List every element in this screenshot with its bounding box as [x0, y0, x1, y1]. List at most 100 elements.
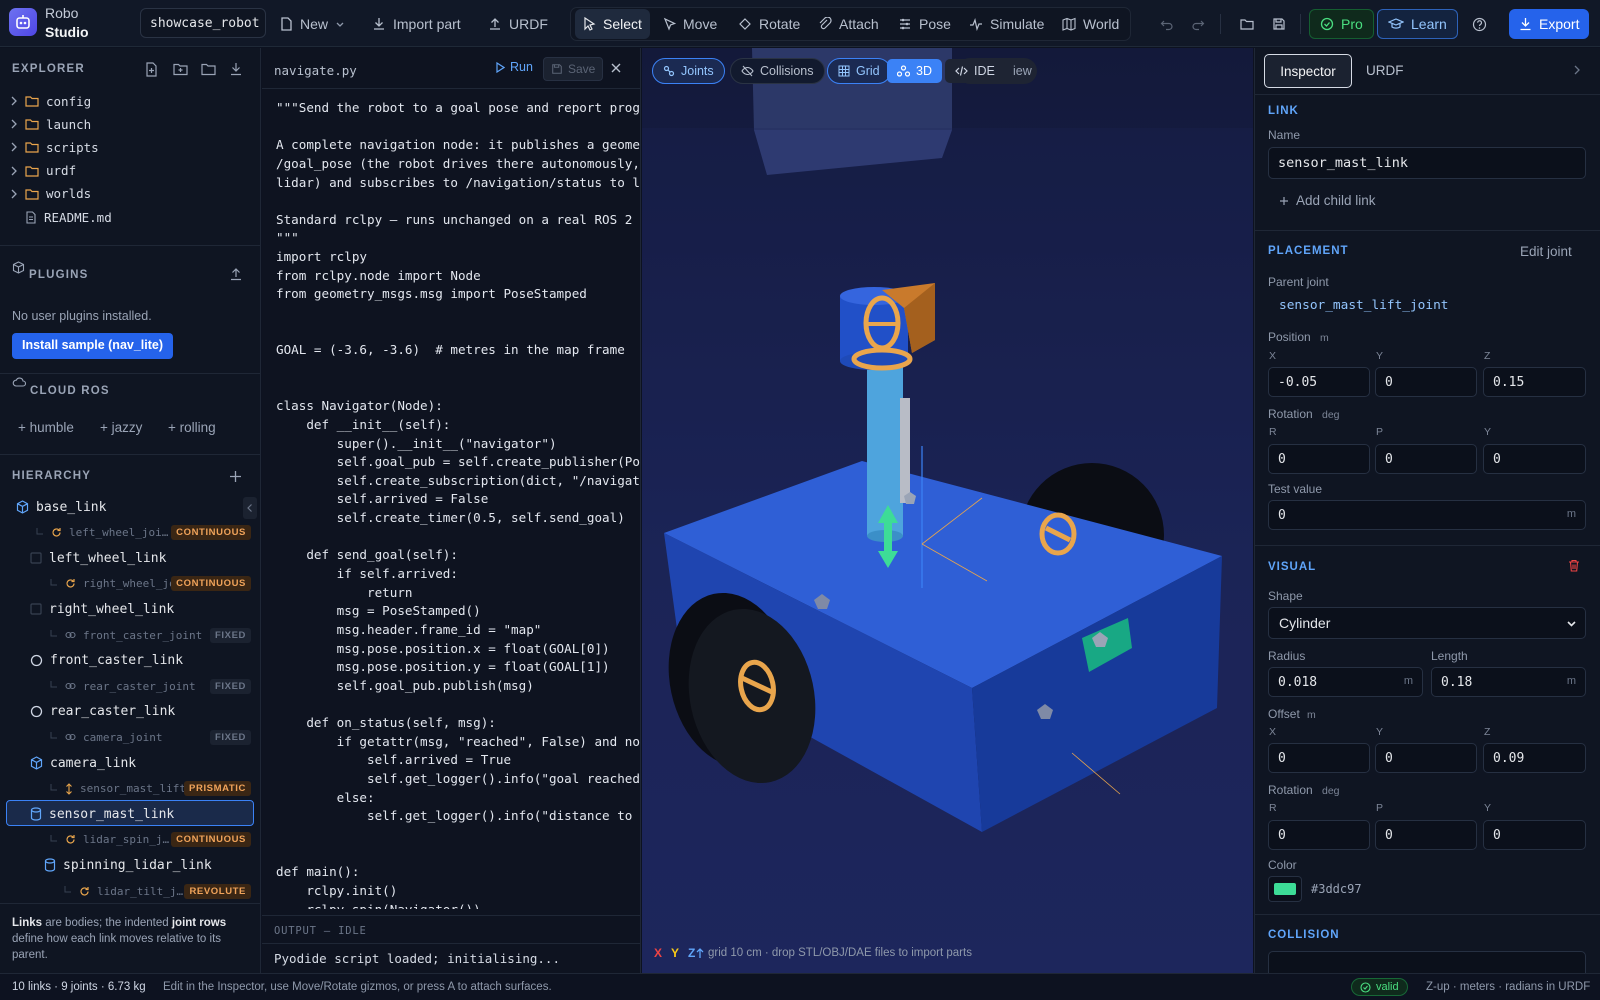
learn-button[interactable]: Learn	[1377, 9, 1458, 39]
help-bold-links: Links	[12, 917, 43, 929]
save-script-button[interactable]: Save	[543, 57, 604, 81]
sliders-icon	[900, 18, 910, 30]
hierarchy-joint-row[interactable]: front_caster_joint FIXED	[50, 624, 260, 646]
lidar-rod	[900, 398, 910, 503]
add-link-button[interactable]	[229, 470, 242, 483]
redo-button[interactable]	[1183, 9, 1213, 39]
distro-jazzy[interactable]: + jazzy	[100, 420, 142, 435]
hierarchy-link-row[interactable]: base_link	[16, 496, 260, 518]
link-name-input[interactable]: sensor_mast_link	[1268, 147, 1586, 179]
upload-plugin-button[interactable]	[229, 267, 243, 281]
hierarchy-joint-row[interactable]: left_wheel_joi… CONTINUOUS	[36, 522, 260, 544]
editor-filename: navigate.py	[274, 63, 357, 78]
hierarchy-link-row[interactable]: camera_link	[30, 752, 260, 774]
run-script-button[interactable]: Run	[495, 60, 533, 74]
rotation-p-input[interactable]: 0	[1375, 444, 1477, 474]
select-tool-button[interactable]: Select	[575, 9, 650, 39]
valid-label: valid	[1376, 981, 1399, 993]
length-input[interactable]: 0.18 m	[1431, 667, 1586, 697]
test-value-input[interactable]: 0 m	[1268, 500, 1586, 530]
new-folder-button[interactable]	[173, 62, 188, 76]
toggle-joints-chip[interactable]: Joints	[652, 58, 725, 84]
simulate-tool-button[interactable]: Simulate	[961, 9, 1052, 39]
hierarchy-joint-row[interactable]: lidar_tilt_j… REVOLUTE	[64, 880, 260, 902]
cylinder-icon	[30, 807, 42, 821]
offset-x-input[interactable]: 0	[1268, 743, 1370, 773]
pose-tool-button[interactable]: Pose	[890, 9, 959, 39]
hierarchy-link-row[interactable]: sensor_mast_link	[30, 803, 260, 825]
position-x-input[interactable]: -0.05	[1268, 367, 1370, 397]
color-swatch-button[interactable]	[1268, 876, 1302, 902]
import-part-button[interactable]: Import part	[364, 9, 469, 39]
mode-ide-button[interactable]: IDE	[945, 59, 1005, 83]
rotate-tool-button[interactable]: Rotate	[730, 9, 808, 39]
offset-z-input[interactable]: 0.09	[1483, 743, 1586, 773]
explorer-item[interactable]: config	[10, 90, 91, 112]
explorer-item[interactable]: launch	[10, 113, 91, 135]
help-button[interactable]	[1464, 9, 1495, 39]
radius-input[interactable]: 0.018 m	[1268, 667, 1423, 697]
distro-rolling[interactable]: + rolling	[168, 420, 216, 435]
hierarchy-link-row[interactable]: front_caster_link	[30, 650, 260, 672]
new-file-button[interactable]	[145, 62, 159, 77]
offset-label: Offset	[1268, 707, 1300, 721]
hierarchy-link-row[interactable]: spinning_lidar_link	[44, 854, 260, 876]
rotation-y-input[interactable]: 0	[1483, 444, 1586, 474]
shape-select[interactable]: Cylinder	[1268, 607, 1586, 639]
collapse-inspector-button[interactable]	[1573, 65, 1581, 75]
hierarchy-link-row[interactable]: rear_caster_link	[30, 701, 260, 723]
explorer-item[interactable]: worlds	[10, 183, 91, 205]
explorer-item[interactable]: README.md	[10, 206, 112, 228]
download-files-button[interactable]	[229, 62, 243, 76]
export-button[interactable]: Export	[1509, 9, 1590, 39]
world-tool-button[interactable]: World	[1054, 9, 1127, 39]
visual-rotation-p-input[interactable]: 0	[1375, 820, 1477, 850]
install-sample-plugin-button[interactable]: Install sample (nav_lite)	[12, 333, 174, 359]
sensor-mast[interactable]	[867, 348, 903, 536]
explorer-item[interactable]: urdf	[10, 160, 76, 182]
code-area[interactable]: """Send the robot to a goal pose and rep…	[276, 99, 640, 909]
collision-field[interactable]	[1268, 951, 1586, 973]
delete-visual-button[interactable]	[1568, 559, 1580, 572]
hierarchy-joint-row[interactable]: right_wheel_jo… CONTINUOUS	[50, 573, 260, 595]
attach-tool-button[interactable]: Attach	[810, 9, 887, 39]
folder-icon	[201, 63, 216, 76]
toggle-grid-chip[interactable]: Grid	[827, 58, 891, 84]
editor-header-divider	[262, 88, 640, 89]
pro-button[interactable]: Pro	[1309, 9, 1374, 39]
visual-rotation-r-input[interactable]: 0	[1268, 820, 1370, 850]
urdf-button[interactable]: URDF	[480, 9, 556, 39]
offset-y-input[interactable]: 0	[1375, 743, 1477, 773]
hierarchy-joint-row[interactable]: camera_joint FIXED	[50, 726, 260, 748]
open-folder-button[interactable]	[201, 62, 216, 76]
add-child-link-button[interactable]: Add child link	[1279, 193, 1376, 208]
position-y-input[interactable]: 0	[1375, 367, 1477, 397]
undo-button[interactable]	[1152, 9, 1182, 39]
rotation-r-input[interactable]: 0	[1268, 444, 1370, 474]
edit-joint-button[interactable]: Edit joint	[1520, 244, 1572, 259]
3d-viewport[interactable]: Joints Collisions Grid iew 3D IDE X Y Z …	[642, 48, 1253, 973]
mode-3d-button[interactable]: 3D	[887, 59, 942, 83]
rot-r-label: R	[1269, 426, 1277, 438]
tab-inspector[interactable]: Inspector	[1264, 54, 1352, 88]
code-line: import rclpy	[276, 249, 367, 265]
close-editor-button[interactable]	[610, 62, 622, 74]
scene-canvas[interactable]	[642, 48, 1253, 973]
toggle-collisions-chip[interactable]: Collisions	[730, 58, 825, 84]
hierarchy-joint-row[interactable]: rear_caster_joint FIXED	[50, 675, 260, 697]
position-z-input[interactable]: 0.15	[1483, 367, 1586, 397]
explorer-item[interactable]: scripts	[10, 136, 99, 158]
hierarchy-link-row[interactable]: left_wheel_link	[30, 547, 260, 569]
hierarchy-joint-row[interactable]: lidar_spin_j… CONTINUOUS	[50, 829, 260, 851]
hierarchy-joint-row[interactable]: sensor_mast_lift… PRISMATIC	[50, 778, 260, 800]
open-folder-button[interactable]	[1232, 9, 1263, 39]
distro-humble[interactable]: + humble	[18, 420, 74, 435]
save-project-button[interactable]	[1264, 9, 1294, 39]
visual-rotation-y-input[interactable]: 0	[1483, 820, 1586, 850]
parent-joint-link[interactable]: sensor_mast_lift_joint	[1279, 298, 1449, 313]
project-name-field[interactable]: showcase_robot	[140, 8, 266, 38]
move-tool-button[interactable]: Move	[655, 9, 725, 39]
new-button[interactable]: New	[272, 9, 353, 39]
tab-urdf[interactable]: URDF	[1366, 63, 1404, 78]
hierarchy-link-row[interactable]: right_wheel_link	[30, 598, 260, 620]
